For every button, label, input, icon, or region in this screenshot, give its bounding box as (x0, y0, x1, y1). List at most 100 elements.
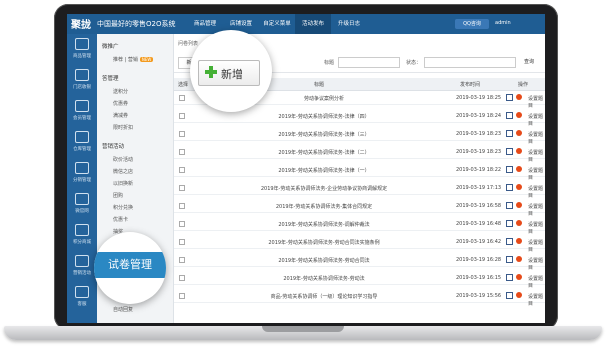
user-name[interactable]: admin (495, 20, 511, 26)
exam-management-tab[interactable]: 试卷管理 (94, 252, 166, 278)
set-questions-link[interactable]: 设置题目 (528, 185, 545, 199)
set-questions-link[interactable]: 设置题目 (528, 203, 545, 217)
edit-icon[interactable] (506, 130, 513, 137)
row-checkbox[interactable] (179, 185, 185, 191)
distribution-icon (75, 162, 89, 174)
edit-icon[interactable] (506, 292, 513, 299)
submenu-item[interactable]: 以旧换新 (113, 180, 133, 187)
qq-consult-button[interactable]: QQ咨询 (455, 19, 489, 29)
set-questions-link[interactable]: 设置题目 (528, 293, 545, 307)
submenu-item[interactable]: 限时折扣 (113, 124, 133, 131)
sidebar-item-service[interactable]: 客服 (67, 282, 97, 313)
sidebar-item-micro-site[interactable]: 微官网 (67, 189, 97, 220)
cashier-icon (75, 69, 89, 81)
nav-item-upgrade-log[interactable]: 升级日志 (331, 14, 367, 34)
row-date: 2019-03-19 18:22 (456, 167, 502, 173)
row-checkbox[interactable] (179, 131, 185, 137)
edit-icon[interactable] (506, 274, 513, 281)
submenu-item[interactable]: 自动回复 (113, 306, 133, 313)
submenu-section-title[interactable]: 微推广 (102, 42, 119, 50)
submenu-item[interactable]: 优惠卡 (113, 216, 128, 223)
delete-icon[interactable] (516, 274, 522, 280)
row-checkbox[interactable] (179, 113, 185, 119)
edit-icon[interactable] (506, 238, 513, 245)
set-questions-link[interactable]: 设置题目 (528, 221, 545, 235)
delete-icon[interactable] (516, 130, 522, 136)
submenu-item[interactable]: 砍价活动 (113, 156, 133, 163)
mall-icon (75, 224, 89, 236)
col-title-header: 标题 (314, 82, 325, 88)
submenu-item[interactable]: 推荐 | 营销 NEW (113, 56, 154, 63)
edit-icon[interactable] (506, 220, 513, 227)
edit-icon[interactable] (506, 202, 513, 209)
title-filter-input[interactable] (338, 57, 400, 68)
row-checkbox[interactable] (179, 167, 185, 173)
delete-icon[interactable] (516, 166, 522, 172)
edit-icon[interactable] (506, 148, 513, 155)
row-checkbox[interactable] (179, 221, 185, 227)
row-checkbox[interactable] (179, 275, 185, 281)
delete-icon[interactable] (516, 256, 522, 262)
edit-icon[interactable] (506, 112, 513, 119)
row-checkbox[interactable] (179, 149, 185, 155)
edit-icon[interactable] (506, 166, 513, 173)
search-button[interactable]: 查询 (519, 57, 539, 67)
set-questions-link[interactable]: 设置题目 (528, 239, 545, 253)
delete-icon[interactable] (516, 238, 522, 244)
col-date-header: 发布时间 (460, 82, 481, 88)
sidebar-item-members[interactable]: 会员管理 (67, 96, 97, 127)
table-row: 2019年-劳动关系协调师法务-法律（二） 2019-03-19 18:23 设置题… (174, 145, 545, 163)
submenu-item-label: 推荐 | 营销 (113, 57, 138, 63)
delete-icon[interactable] (516, 202, 522, 208)
edit-icon[interactable] (506, 256, 513, 263)
submenu-section-title[interactable]: 营销活动 (102, 142, 124, 150)
submenu-item[interactable]: 优惠券 (113, 100, 128, 107)
submenu-item[interactable]: 团购 (113, 192, 123, 199)
delete-icon[interactable] (516, 292, 522, 298)
sidebar-item-warehouse[interactable]: 仓库管理 (67, 127, 97, 158)
row-checkbox[interactable] (179, 293, 185, 299)
set-questions-link[interactable]: 设置题目 (528, 149, 545, 163)
row-checkbox[interactable] (179, 257, 185, 263)
edit-icon[interactable] (506, 184, 513, 191)
delete-icon[interactable] (516, 184, 522, 190)
submenu-item[interactable]: 送积分 (113, 88, 128, 95)
sidebar-item-marketing[interactable]: 营销活动 (67, 251, 97, 282)
sidebar-label: 分销管理 (73, 178, 91, 183)
table-row: 2019年-劳动关系协调师法务-劳动合同法 2019-03-19 16:28 设置题… (174, 253, 545, 271)
submenu-item[interactable]: 微信之店 (113, 168, 133, 175)
submenu-item[interactable]: 满减券 (113, 112, 128, 119)
nav-item-activity-publish[interactable]: 活动发布 (295, 14, 331, 34)
status-filter-select[interactable] (424, 57, 516, 68)
sidebar-item-points-mall[interactable]: 积分商城 (67, 220, 97, 251)
delete-icon[interactable] (516, 220, 522, 226)
set-questions-link[interactable]: 设置题目 (528, 275, 545, 289)
sidebar-item-cashier[interactable]: 门店收银 (67, 65, 97, 96)
row-checkbox[interactable] (179, 239, 185, 245)
delete-icon[interactable] (516, 112, 522, 118)
delete-icon[interactable] (516, 94, 522, 100)
row-title: 商品-劳动关系协调师（一级）理论知识学习指导 (270, 294, 378, 300)
sidebar-item-distribution[interactable]: 分销管理 (67, 158, 97, 189)
nav-item-custom-menu[interactable]: 自定义菜单 (259, 14, 295, 34)
sidebar-item-goods[interactable]: 商品管理 (67, 34, 97, 65)
set-questions-link[interactable]: 设置题目 (528, 113, 545, 127)
set-questions-link[interactable]: 设置题目 (528, 131, 545, 145)
edit-icon[interactable] (506, 94, 513, 101)
add-new-button[interactable]: 新增 (198, 60, 260, 86)
set-questions-link[interactable]: 设置题目 (528, 95, 545, 109)
submenu-section-title[interactable]: 答管理 (102, 74, 119, 82)
marketing-icon (75, 255, 89, 267)
set-questions-link[interactable]: 设置题目 (528, 167, 545, 181)
delete-icon[interactable] (516, 148, 522, 154)
app-logo: 聚拢 (71, 20, 91, 31)
sidebar-label: 营销活动 (73, 271, 91, 276)
set-questions-link[interactable]: 设置题目 (528, 257, 545, 271)
add-new-label: 新增 (221, 68, 243, 81)
submenu-item[interactable]: 积分兑换 (113, 204, 133, 211)
people-icon (75, 286, 89, 298)
row-title: 2019年-劳动关系协调师法务-法律（三） (278, 132, 370, 138)
row-checkbox[interactable] (179, 95, 185, 101)
row-checkbox[interactable] (179, 203, 185, 209)
row-date: 2019-03-19 16:15 (456, 275, 502, 281)
